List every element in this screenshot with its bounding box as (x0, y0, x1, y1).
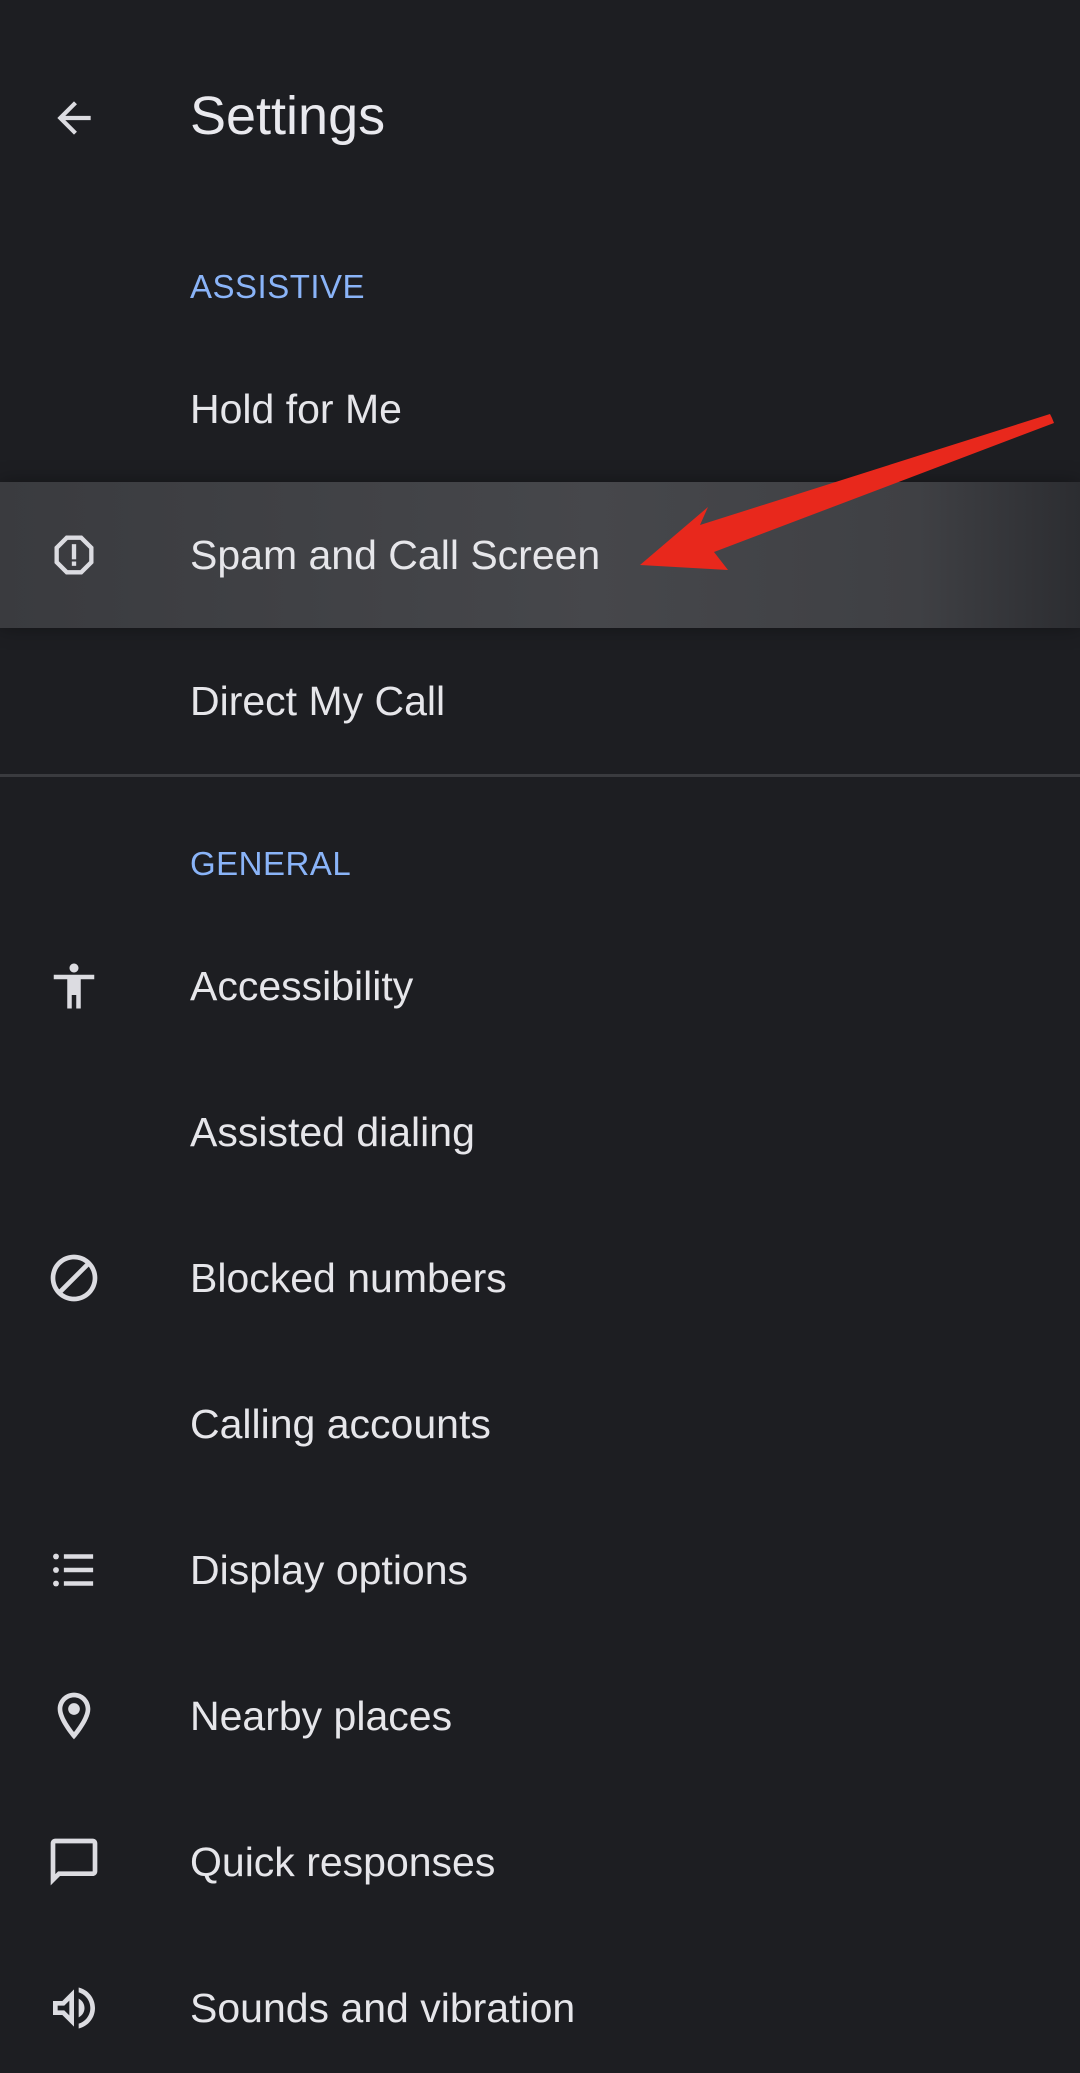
settings-item-label: Hold for Me (190, 386, 402, 432)
settings-item-direct-my-call[interactable]: Direct My Call (0, 628, 1080, 774)
arrow-back-icon (57, 101, 91, 135)
settings-item-label: Accessibility (190, 963, 414, 1009)
settings-item-label: Display options (190, 1547, 469, 1593)
page-title: Settings (190, 86, 386, 146)
section-header-assistive: ASSISTIVE (190, 268, 366, 305)
settings-item-label: Direct My Call (190, 678, 446, 724)
settings-item-label: Calling accounts (190, 1401, 491, 1447)
settings-item-nearby-places[interactable]: Nearby places (0, 1643, 1080, 1789)
settings-item-hold-for-me[interactable]: Hold for Me (0, 336, 1080, 482)
settings-item-spam-and-call-screen[interactable]: Spam and Call Screen (0, 482, 1080, 628)
block-icon (43, 1247, 105, 1309)
settings-item-assisted-dialing[interactable]: Assisted dialing (0, 1059, 1080, 1205)
spam-alert-icon (43, 524, 105, 586)
settings-item-quick-responses[interactable]: Quick responses (0, 1789, 1080, 1935)
list-icon (43, 1539, 105, 1601)
settings-screen: Settings ASSISTIVE Hold for Me Spam and … (0, 0, 1080, 2073)
section-header-general: GENERAL (190, 845, 352, 882)
settings-item-calling-accounts[interactable]: Calling accounts (0, 1351, 1080, 1497)
settings-item-label: Blocked numbers (190, 1255, 507, 1301)
volume-icon (43, 1977, 105, 2039)
section-divider (0, 774, 1080, 777)
top-app-bar: Settings (0, 0, 1080, 228)
settings-item-label: Spam and Call Screen (190, 532, 601, 578)
settings-item-display-options[interactable]: Display options (0, 1497, 1080, 1643)
settings-item-label: Nearby places (190, 1693, 453, 1739)
accessibility-icon (43, 955, 105, 1017)
settings-item-label: Assisted dialing (190, 1109, 475, 1155)
settings-item-label: Sounds and vibration (190, 1985, 576, 2031)
settings-item-label: Quick responses (190, 1839, 496, 1885)
settings-item-sounds-and-vibration[interactable]: Sounds and vibration (0, 1935, 1080, 2073)
chat-bubble-icon (43, 1831, 105, 1893)
settings-item-blocked-numbers[interactable]: Blocked numbers (0, 1205, 1080, 1351)
back-button[interactable] (34, 78, 114, 158)
location-pin-icon (43, 1685, 105, 1747)
settings-item-accessibility[interactable]: Accessibility (0, 913, 1080, 1059)
